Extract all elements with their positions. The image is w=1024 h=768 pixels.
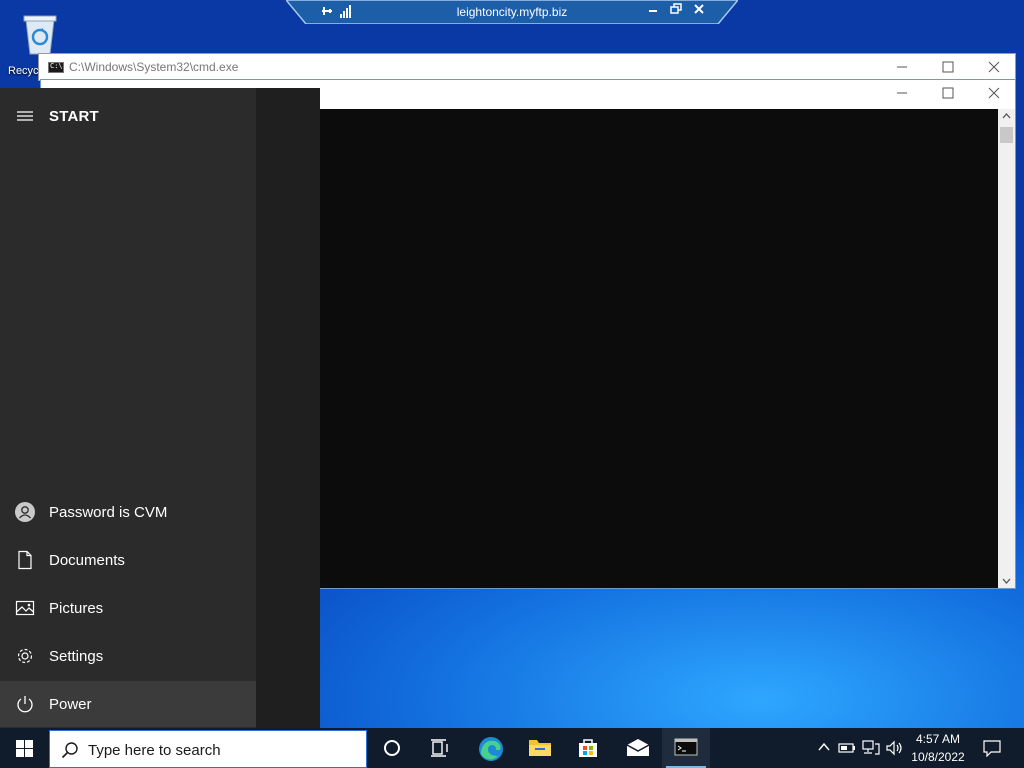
hamburger-menu-icon[interactable] [17, 111, 33, 121]
network-button[interactable] [858, 728, 884, 768]
mail-button[interactable] [613, 728, 661, 768]
start-menu-header[interactable]: START [0, 102, 256, 130]
mail-icon [626, 739, 650, 756]
notification-icon [983, 740, 1001, 757]
start-item-power[interactable]: Power [0, 681, 256, 727]
minimize-button[interactable] [879, 54, 925, 80]
taskbar-search-box[interactable]: Type here to search [49, 730, 367, 768]
store-icon [579, 739, 597, 757]
task-view-button[interactable] [416, 728, 464, 768]
task-view-icon [431, 739, 448, 757]
close-button[interactable] [971, 80, 1017, 106]
close-button[interactable] [971, 54, 1017, 80]
search-placeholder: Type here to search [88, 742, 221, 759]
start-menu-rail [0, 88, 256, 728]
edge-icon [479, 737, 503, 761]
start-item-user[interactable]: Password is CVM [0, 489, 256, 535]
cmd-window-background[interactable]: C:\Windows\System32\cmd.exe [38, 53, 1016, 81]
clock-time: 4:57 AM [915, 732, 961, 746]
scrollbar-thumb[interactable] [1000, 127, 1013, 143]
battery-icon [838, 743, 855, 753]
rdp-close-button[interactable] [693, 3, 707, 19]
document-icon [18, 550, 32, 570]
action-center-button[interactable] [978, 728, 1008, 768]
show-hidden-icons-button[interactable] [812, 728, 836, 768]
cortana-button[interactable] [368, 728, 416, 768]
network-icon [862, 740, 880, 755]
taskbar-clock[interactable]: 4:57 AM 10/8/2022 [903, 731, 973, 765]
file-explorer-button[interactable] [515, 728, 563, 768]
search-icon [61, 742, 78, 759]
remote-desktop-connection-bar[interactable]: leightoncity.myftp.biz [286, 0, 738, 24]
taskbar: Type here to search 4:57 AM 10/8/2022 [0, 728, 1024, 768]
cmd-icon [48, 62, 64, 73]
pictures-icon [15, 600, 35, 616]
windows-logo-icon [16, 740, 33, 757]
start-item-label: Pictures [49, 600, 104, 617]
recycle-bin-icon [20, 10, 60, 56]
start-item-label: Documents [49, 552, 125, 569]
start-item-pictures[interactable]: Pictures [0, 585, 256, 631]
clock-date: 10/8/2022 [911, 750, 965, 764]
cmd-icon [674, 738, 698, 756]
user-icon [15, 502, 35, 522]
start-item-label: Settings [49, 648, 104, 665]
scroll-down-icon[interactable] [1002, 578, 1011, 584]
start-item-settings[interactable]: Settings [0, 633, 256, 679]
desktop-icon-label: Recyc [8, 65, 39, 77]
start-menu-title: START [49, 108, 99, 125]
power-icon [17, 696, 33, 713]
start-menu: START Password is CVM Documents Pictures… [0, 88, 320, 728]
window-title: C:\Windows\System32\cmd.exe [69, 60, 239, 74]
store-button[interactable] [564, 728, 612, 768]
edge-button[interactable] [466, 728, 514, 768]
rdp-minimize-button[interactable] [648, 3, 662, 19]
volume-icon [886, 740, 902, 756]
start-button[interactable] [0, 728, 48, 768]
gear-icon [17, 648, 33, 664]
chevron-up-icon [818, 742, 830, 751]
rdp-restore-button[interactable] [670, 3, 684, 19]
cortana-icon [384, 740, 400, 756]
battery-button[interactable] [836, 728, 858, 768]
maximize-button[interactable] [925, 54, 971, 80]
minimize-button[interactable] [879, 80, 925, 106]
start-item-label: Password is CVM [49, 504, 168, 521]
scroll-up-icon[interactable] [1002, 113, 1011, 119]
file-explorer-icon [529, 740, 551, 756]
start-item-label: Power [49, 696, 92, 713]
vertical-scrollbar[interactable] [998, 109, 1015, 588]
start-item-documents[interactable]: Documents [0, 537, 256, 583]
maximize-button[interactable] [925, 80, 971, 106]
window-titlebar[interactable]: C:\Windows\System32\cmd.exe [39, 54, 1015, 80]
cmd-taskbar-button[interactable] [662, 728, 710, 768]
